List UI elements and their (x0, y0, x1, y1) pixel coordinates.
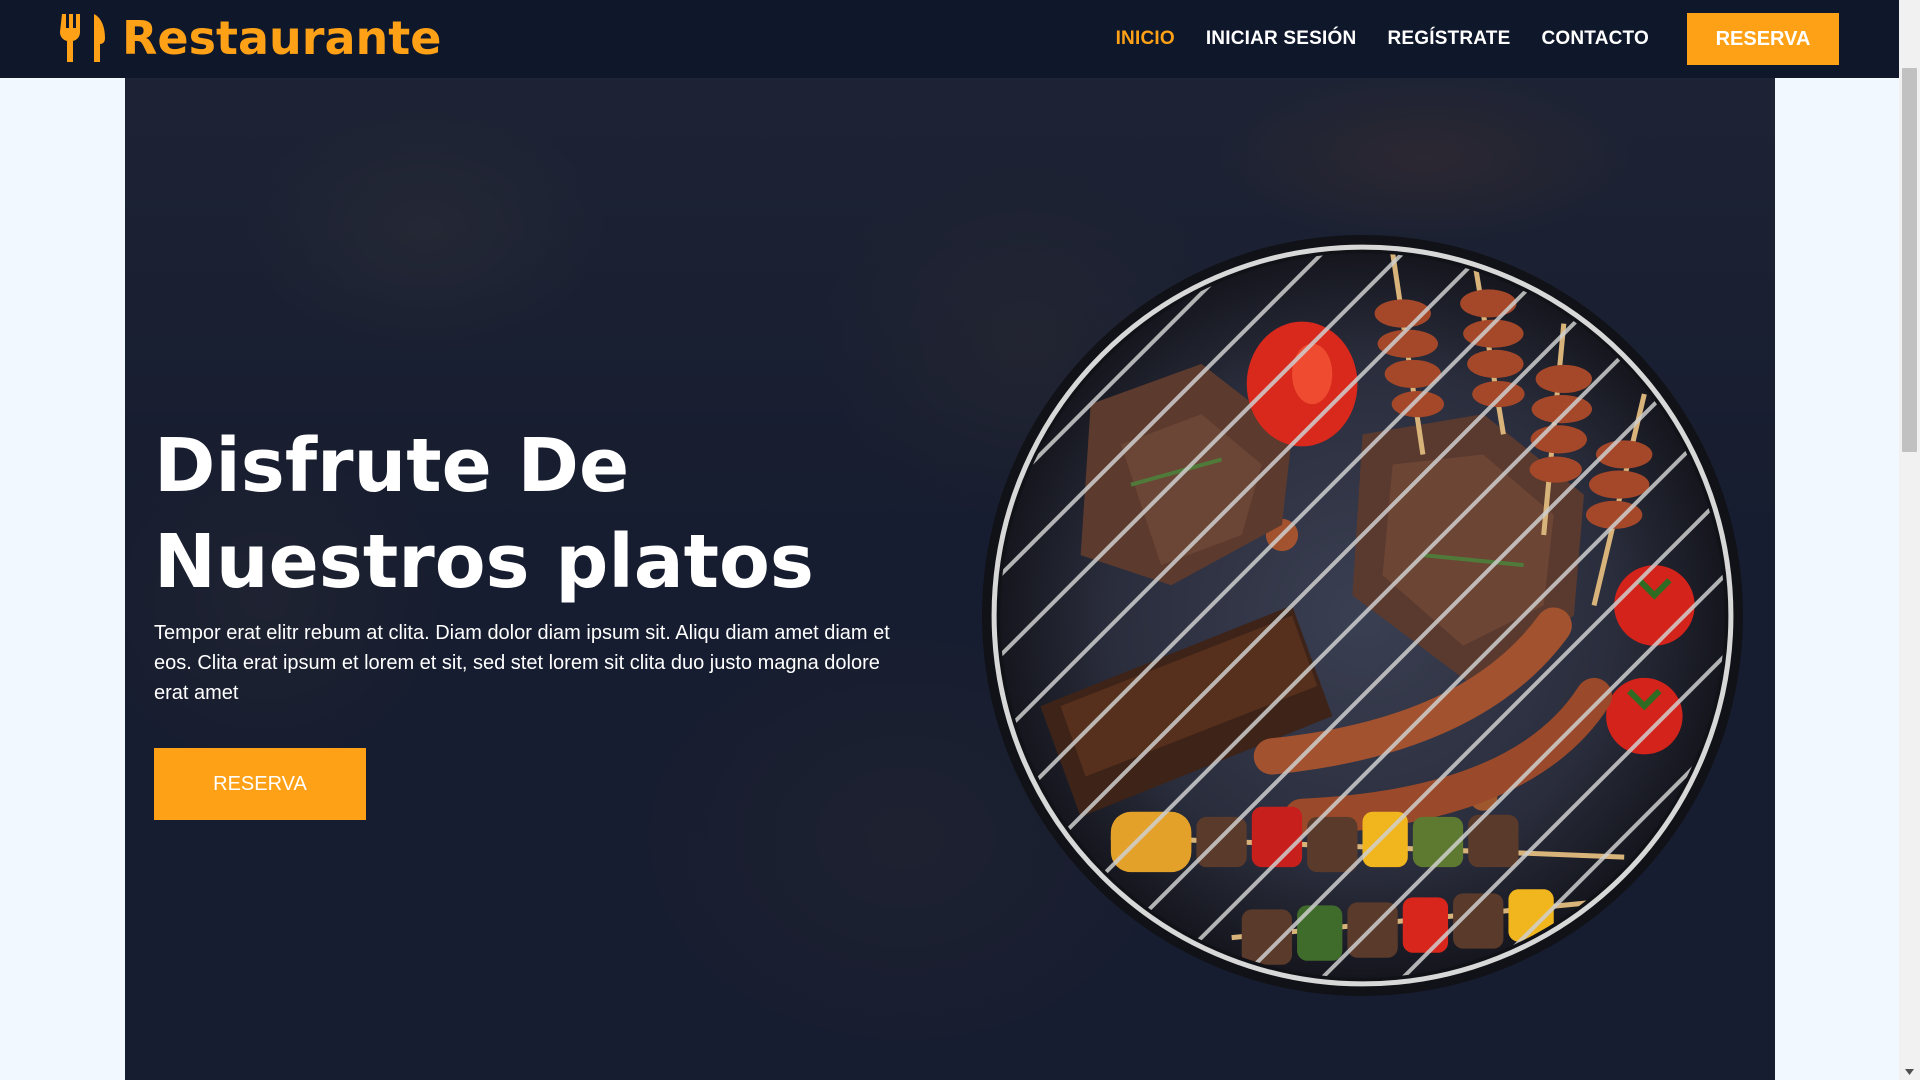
brand-link[interactable]: Restaurante (60, 10, 441, 66)
nav-menu: INICIO INICIAR SESIÓN REGÍSTRATE CONTACT… (1085, 0, 1649, 78)
nav-item-iniciar-sesion[interactable]: INICIAR SESIÓN (1206, 28, 1357, 50)
brand-name: Restaurante (122, 11, 442, 65)
hero-description: Tempor erat elitr rebum at clita. Diam d… (154, 622, 890, 704)
fork-knife-icon (60, 14, 105, 62)
scrollbar-thumb[interactable] (1902, 68, 1917, 452)
hero-title-line-2: Nuestros platos (154, 519, 814, 605)
navbar: Restaurante INICIO INICIAR SESIÓN REGÍST… (0, 0, 1899, 78)
page-scrollbar[interactable] (1899, 0, 1920, 1080)
nav-item-inicio[interactable]: INICIO (1116, 28, 1175, 50)
nav-reserve-button[interactable]: RESERVA (1687, 13, 1839, 65)
nav-item-contacto[interactable]: CONTACTO (1541, 28, 1649, 50)
nav-item-registrate[interactable]: REGÍSTRATE (1387, 28, 1510, 50)
hero-title: Disfrute De Nuestros platos (154, 418, 914, 610)
hero-reserve-button[interactable]: RESERVA (154, 748, 366, 820)
hero-title-line-1: Disfrute De (154, 423, 630, 509)
grill-food-image (982, 235, 1743, 996)
scroll-down-arrow-icon[interactable] (1899, 1063, 1920, 1080)
hero-section: Disfrute De Nuestros platos Tempor erat … (125, 78, 1775, 1080)
